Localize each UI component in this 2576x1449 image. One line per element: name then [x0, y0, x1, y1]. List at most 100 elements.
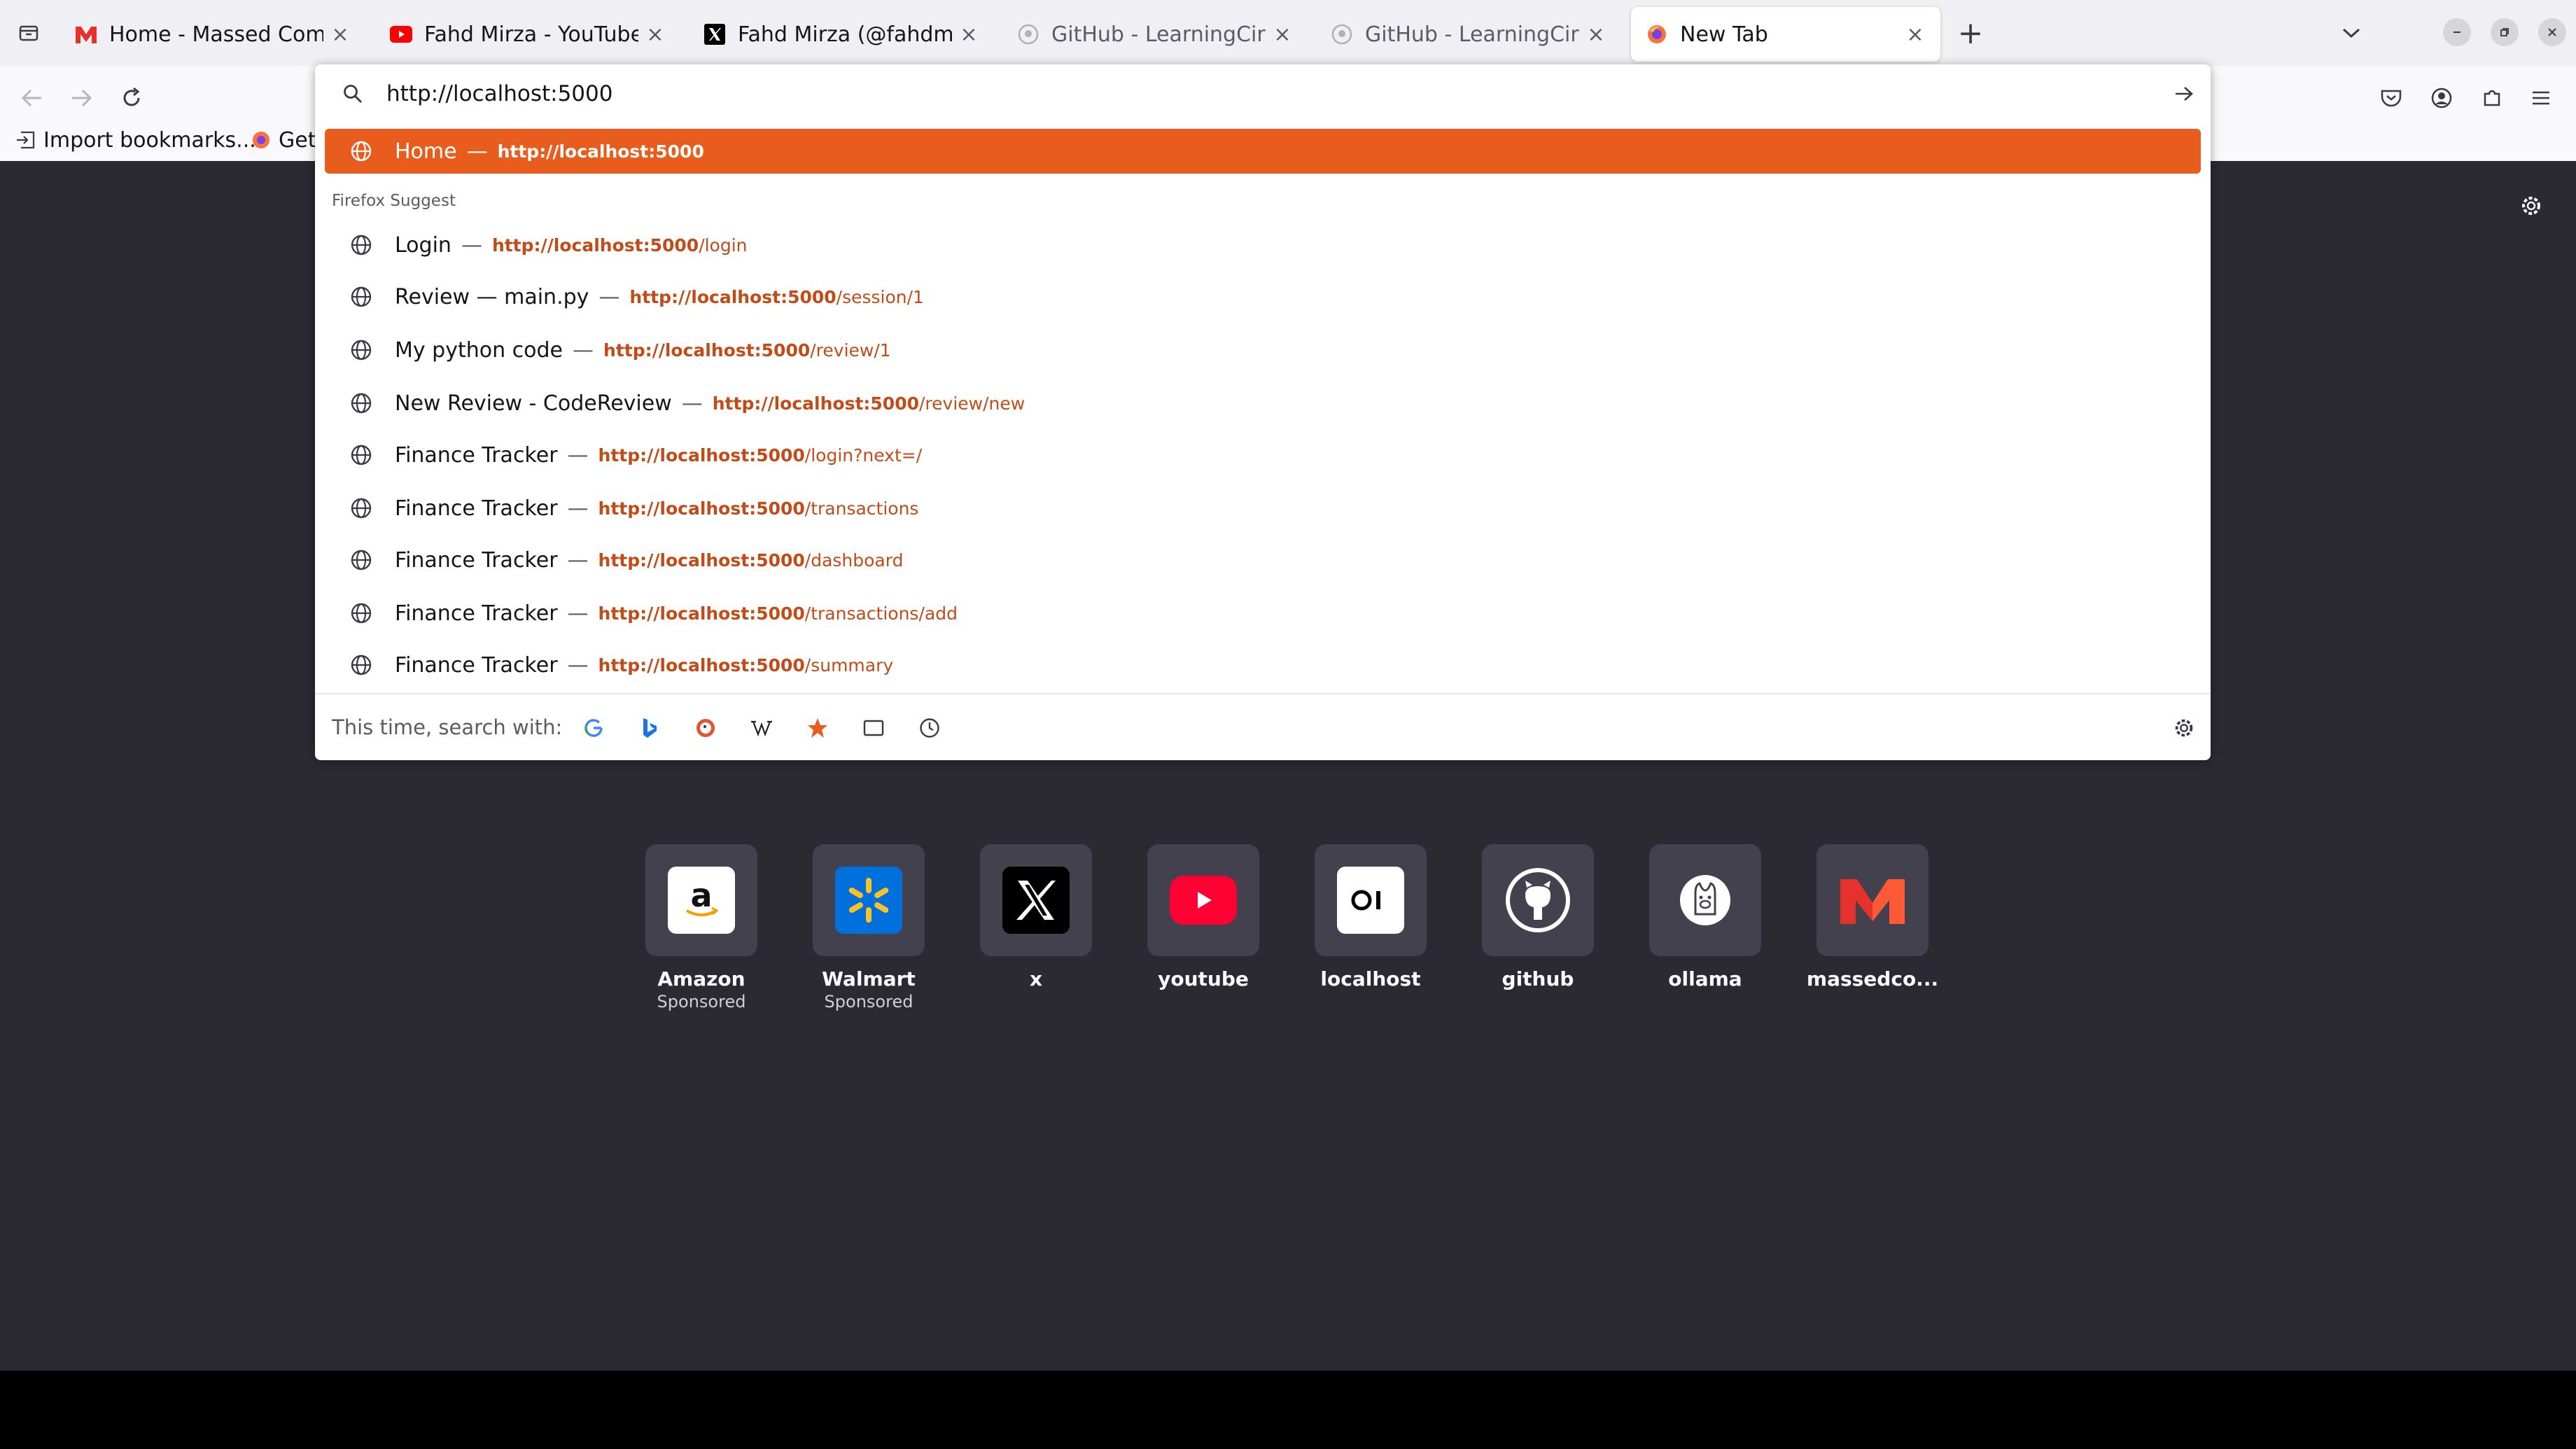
minimize-button[interactable]: [2443, 18, 2471, 46]
shortcut-tile[interactable]: [1649, 844, 1761, 956]
bing-engine-button[interactable]: [634, 713, 665, 743]
separator: —: [567, 442, 589, 468]
back-button[interactable]: [13, 78, 52, 118]
suggestion-row[interactable]: Finance Tracker — http://localhost:5000/su…: [325, 641, 2201, 689]
close-tab-icon[interactable]: ×: [1904, 22, 1926, 47]
separator: —: [681, 391, 703, 416]
suggestion-row[interactable]: Finance Tracker — http://localhost:5000/lo…: [325, 431, 2201, 479]
github-icon: [1330, 22, 1354, 46]
tab[interactable]: Fahd Mirza (@fahdmirza) ×: [689, 7, 994, 62]
suggestion-home[interactable]: Home — http://localhost:5000: [325, 129, 2201, 174]
duckduckgo-engine-button[interactable]: [690, 713, 721, 743]
restore-icon: [2500, 28, 2509, 36]
list-tabs-chevron-icon[interactable]: [2335, 17, 2367, 49]
tab-title: GitHub - LearningCircuit/: [1365, 22, 1579, 47]
shortcut-tile[interactable]: a: [645, 844, 757, 956]
tab-icon: [863, 720, 884, 736]
shortcut-label: massedco...: [1806, 967, 1939, 990]
shortcut-x[interactable]: x: [966, 844, 1106, 990]
tab[interactable]: Home - Massed Compute ×: [60, 7, 365, 62]
youtube-icon: [389, 22, 413, 46]
suggestion-url: http://localhost:5000/review/1: [603, 340, 891, 360]
shortcut-localhost[interactable]: localhost: [1301, 844, 1441, 990]
separator: —: [466, 139, 488, 164]
extensions-button[interactable]: [2472, 78, 2512, 118]
suggestion-row[interactable]: My python code — http://localhost:5000/rev…: [325, 326, 2201, 374]
shortcut-github[interactable]: github: [1468, 844, 1608, 990]
bookmarks-search-button[interactable]: [802, 713, 833, 743]
new-tab-button[interactable]: +: [1954, 15, 1987, 51]
tab[interactable]: Fahd Mirza - YouTube ×: [375, 7, 680, 62]
go-arrow-button[interactable]: [2170, 80, 2198, 108]
back-arrow-icon: [21, 89, 41, 107]
reload-icon: [123, 87, 140, 106]
restore-button[interactable]: [2491, 18, 2519, 46]
tab[interactable]: GitHub - LearningCircuit/ ×: [1316, 7, 1621, 62]
suggestion-row[interactable]: Finance Tracker — http://localhost:5000/tr…: [325, 484, 2201, 532]
page-settings-button[interactable]: [2516, 190, 2547, 221]
suggestion-title: Login: [395, 232, 451, 258]
x-icon: [1002, 867, 1070, 934]
suggestion-row[interactable]: Review — main.py — http://localhost:5000/s…: [325, 273, 2201, 321]
suggestion-row[interactable]: Login — http://localhost:5000/login: [325, 221, 2201, 269]
shortcut-walmart[interactable]: Walmart Sponsored: [799, 844, 939, 1011]
shortcut-tile[interactable]: [1816, 844, 1928, 956]
shortcut-tile[interactable]: [1147, 844, 1259, 956]
close-tab-icon[interactable]: ×: [1585, 22, 1607, 47]
reload-button[interactable]: [112, 78, 151, 118]
globe-icon: [349, 391, 374, 416]
google-engine-button[interactable]: [578, 713, 609, 743]
tab-active[interactable]: New Tab ×: [1631, 7, 1940, 62]
shortcut-tile[interactable]: [1315, 844, 1427, 956]
shortcut-tile[interactable]: [813, 844, 925, 956]
forward-button[interactable]: [62, 78, 101, 118]
shortcut-tile[interactable]: [980, 844, 1092, 956]
account-button[interactable]: [2422, 78, 2461, 118]
separator: —: [461, 232, 482, 258]
bookmark-label: Get: [279, 127, 316, 153]
tab[interactable]: GitHub - LearningCircuit/ ×: [1002, 7, 1308, 62]
separator: —: [567, 547, 589, 573]
close-tab-icon[interactable]: ×: [329, 22, 351, 47]
duckduckgo-icon: [696, 719, 715, 737]
close-tab-icon[interactable]: ×: [958, 22, 980, 47]
suggestion-row[interactable]: Finance Tracker — http://localhost:5000/tr…: [325, 589, 2201, 637]
forward-arrow-icon: [72, 89, 92, 107]
close-tab-icon[interactable]: ×: [644, 22, 666, 47]
close-window-button[interactable]: [2538, 18, 2566, 46]
shortcut-label: ollama: [1668, 967, 1742, 990]
shortcut-tile[interactable]: [1482, 844, 1594, 956]
firefox-icon: [253, 132, 270, 148]
bookmark-get[interactable]: Get: [251, 127, 316, 153]
suggestion-title: Finance Tracker: [395, 652, 558, 678]
group-label-firefox-suggest: Firefox Suggest: [332, 192, 456, 210]
wikipedia-engine-button[interactable]: [746, 713, 777, 743]
bookmark-import[interactable]: Import bookmarks...: [15, 127, 256, 153]
history-search-button[interactable]: [914, 713, 945, 743]
app-menu-button[interactable]: [2521, 78, 2561, 118]
shortcut-ollama[interactable]: ollama: [1635, 844, 1775, 990]
tab-title: Fahd Mirza - YouTube: [424, 22, 638, 47]
shortcut-massedcompute[interactable]: massedco...: [1802, 844, 1942, 990]
suggestion-url: http://localhost:5000/session/1: [629, 286, 924, 307]
tabs-search-button[interactable]: [858, 713, 889, 743]
pocket-icon: [2381, 90, 2402, 107]
list-all-tabs-button[interactable]: [13, 17, 45, 49]
separator: —: [567, 496, 589, 521]
suggestion-url: http://localhost:5000/dashboard: [598, 550, 904, 570]
sponsored-label: Sponsored: [657, 992, 746, 1011]
shortcut-label: youtube: [1158, 967, 1249, 990]
address-bar-input[interactable]: [386, 74, 2066, 113]
sponsored-label: Sponsored: [824, 992, 913, 1011]
close-icon: [2548, 28, 2556, 36]
shortcut-youtube[interactable]: youtube: [1133, 844, 1273, 990]
massed-compute-icon: [1839, 867, 1906, 934]
tab-title: GitHub - LearningCircuit/: [1051, 22, 1266, 47]
close-tab-icon[interactable]: ×: [1271, 22, 1294, 47]
suggestion-row[interactable]: Finance Tracker — http://localhost:5000/da…: [325, 536, 2201, 584]
search-settings-button[interactable]: [2169, 713, 2199, 743]
go-arrow-icon: [2176, 87, 2193, 101]
pocket-button[interactable]: [2372, 78, 2411, 118]
suggestion-row[interactable]: New Review - CodeReview — http://localhost…: [325, 379, 2201, 427]
shortcut-amazon[interactable]: a Amazon Sponsored: [631, 844, 771, 1011]
